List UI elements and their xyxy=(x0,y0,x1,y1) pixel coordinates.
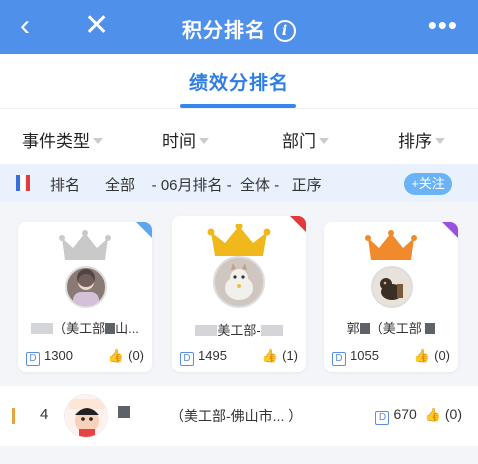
points-value: 1300 xyxy=(44,348,73,363)
like-count: (0) xyxy=(128,348,144,363)
like-button[interactable]: 👍 (0) xyxy=(414,348,450,364)
avatar[interactable] xyxy=(213,256,265,308)
member-name: 美工部- xyxy=(172,320,306,339)
caret-down-icon xyxy=(199,138,209,144)
member-stats: D 1300 👍 (0) xyxy=(26,348,144,366)
member-name: 郭 （美工部 xyxy=(324,318,458,337)
points-icon: D xyxy=(26,352,40,366)
member-dept: （美工部-佛山市... ） xyxy=(170,408,303,424)
points-icon: D xyxy=(180,352,194,366)
member-stats: D 1055 👍 (0) xyxy=(332,348,450,366)
redacted-text xyxy=(31,323,54,334)
thumbs-up-icon: 👍 xyxy=(261,348,279,363)
rank-number: 4 xyxy=(40,406,49,423)
filter-event-type-label: 事件类型 xyxy=(22,132,90,151)
rank-marker xyxy=(12,408,15,424)
avatar[interactable] xyxy=(371,266,413,308)
points-icon: D xyxy=(375,411,390,425)
filter-sort[interactable]: 排序 xyxy=(398,127,445,152)
like-count: (1) xyxy=(282,348,298,363)
points-value: 1055 xyxy=(350,348,379,363)
avatar[interactable] xyxy=(65,266,107,308)
member-stats: D 1495 👍 (1) xyxy=(180,348,298,366)
member-stats: D 670 👍 (0) xyxy=(375,406,462,425)
like-count: (0) xyxy=(444,406,462,422)
redacted-text xyxy=(425,323,436,334)
thumbs-up-icon: 👍 xyxy=(107,348,125,363)
like-button[interactable]: 👍 (1) xyxy=(262,348,298,364)
list-item[interactable]: 4 （美工部-佛山市... ） D 670 👍 (0) xyxy=(0,386,478,446)
flag-icon xyxy=(16,175,30,191)
top-nav-bar: ‹ ✕ 积分排名 i ••• xyxy=(0,0,478,54)
member-dept: （美工部 xyxy=(369,321,422,336)
top-rank-card-3[interactable]: 郭 （美工部 D 1055 👍 (0) xyxy=(324,222,458,372)
filter-bar: 事件类型 时间 部门 排序 xyxy=(0,108,478,164)
follow-button[interactable]: +关注 xyxy=(404,173,452,195)
filter-department-label: 部门 xyxy=(282,132,316,151)
top-rank-card-1[interactable]: 美工部- D 1495 👍 (1) xyxy=(172,216,306,372)
caret-down-icon xyxy=(93,138,103,144)
more-icon[interactable]: ••• xyxy=(428,10,458,40)
filter-event-type[interactable]: 事件类型 xyxy=(22,127,103,152)
filter-sort-label: 排序 xyxy=(398,132,432,151)
crown-icon xyxy=(207,224,271,256)
member-dept: 美工部- xyxy=(217,323,261,338)
points-value: 1495 xyxy=(198,348,227,363)
points-icon: D xyxy=(332,352,346,366)
filter-time-label: 时间 xyxy=(162,132,196,151)
member-dept-suffix: 山... xyxy=(115,321,139,336)
like-count: (0) xyxy=(434,348,450,363)
top-rank-card-2[interactable]: （美工部 山... D 1300 👍 (0) xyxy=(18,222,152,372)
crown-icon xyxy=(365,230,417,260)
tab-performance-ranking[interactable]: 绩效分排名 xyxy=(0,68,478,95)
page-title-text: 积分排名 xyxy=(182,20,266,42)
ranking-summary-bar: 排名 全部 - 06月排名 - 全体 - 正序 +关注 xyxy=(0,164,478,202)
page-title: 积分排名 i xyxy=(0,14,478,43)
filter-time[interactable]: 时间 xyxy=(162,127,209,152)
redacted-text xyxy=(195,325,218,336)
thumbs-up-icon: 👍 xyxy=(424,407,441,422)
like-button[interactable]: 👍 (0) xyxy=(108,348,144,364)
points-value: 670 xyxy=(393,406,417,422)
info-icon[interactable]: i xyxy=(274,20,296,42)
thumbs-up-icon: 👍 xyxy=(413,348,431,363)
like-button[interactable]: 👍 (0) xyxy=(421,406,462,422)
redacted-text xyxy=(359,323,370,334)
member-dept: （美工部 xyxy=(53,321,106,336)
caret-down-icon xyxy=(435,138,445,144)
redacted-text xyxy=(260,325,283,336)
redacted-text xyxy=(118,406,130,418)
filter-department[interactable]: 部门 xyxy=(282,127,329,152)
summary-text: 排名 全部 - 06月排名 - 全体 - 正序 xyxy=(50,177,322,194)
caret-down-icon xyxy=(319,138,329,144)
crown-icon xyxy=(59,230,111,260)
tab-bar: 绩效分排名 xyxy=(0,54,478,108)
member-name: （美工部 山... xyxy=(18,318,152,337)
member-surname: 郭 xyxy=(346,321,360,336)
avatar[interactable] xyxy=(64,394,108,438)
redacted-text xyxy=(105,323,116,334)
bottom-spacer xyxy=(0,446,478,464)
